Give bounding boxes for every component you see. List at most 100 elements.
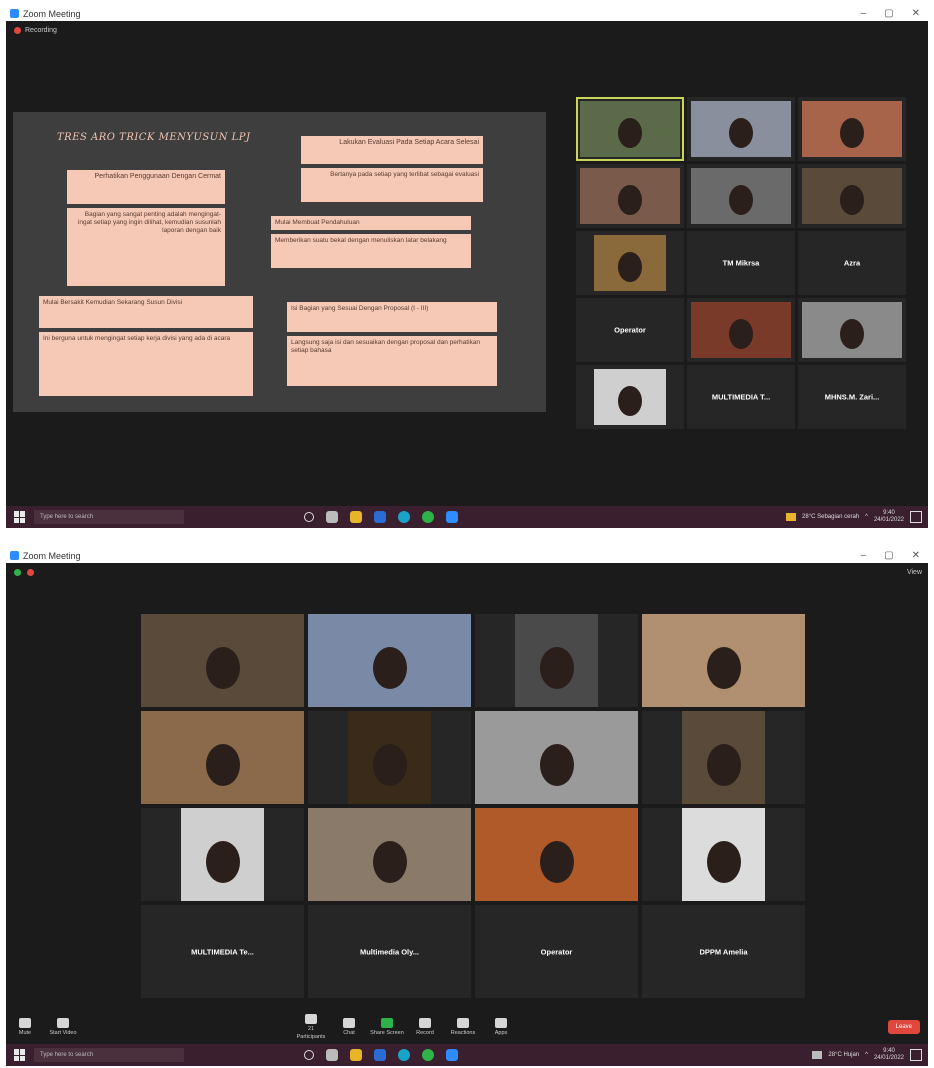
mute-button[interactable]: Mute <box>6 1018 44 1036</box>
minimize-icon[interactable]: – <box>861 550 867 561</box>
file-explorer-icon[interactable] <box>350 511 362 523</box>
chat-icon <box>343 1018 355 1028</box>
start-video-button[interactable]: Start Video <box>44 1018 82 1036</box>
participant-tile[interactable] <box>308 614 471 707</box>
close-icon[interactable]: ✕ <box>912 550 920 561</box>
participant-video <box>181 808 264 901</box>
person-silhouette <box>729 318 753 349</box>
participant-tile[interactable]: Operator <box>576 298 684 362</box>
person-silhouette <box>618 251 642 282</box>
participant-video <box>594 369 666 425</box>
cortana-icon[interactable] <box>304 1050 314 1060</box>
windows-start-icon[interactable] <box>14 511 26 523</box>
control-label: Participants <box>296 1034 326 1040</box>
weather-text: 28°C Sebagian cerah <box>802 514 860 520</box>
zoom-taskbar-icon[interactable] <box>446 1049 458 1061</box>
zoom-taskbar-icon[interactable] <box>446 511 458 523</box>
participant-tile[interactable] <box>687 97 795 161</box>
weather-icon <box>786 513 797 521</box>
notifications-icon[interactable] <box>910 511 922 523</box>
apps-icon <box>495 1018 507 1028</box>
zoom-window-gallery-view: Zoom Meeting – ▢ ✕ View MULTIMEDIA Te...… <box>6 548 928 1066</box>
leave-button[interactable]: Leave <box>887 1020 920 1034</box>
task-view-icon[interactable] <box>326 1049 338 1061</box>
participant-tile[interactable]: MHNS.M. Zari... <box>798 365 906 429</box>
person-silhouette <box>840 117 864 148</box>
participant-tile[interactable] <box>308 711 471 804</box>
participant-tile[interactable] <box>141 614 304 707</box>
reactions-button[interactable]: Reactions <box>444 1018 482 1036</box>
participant-tile[interactable]: Multimedia Oly... <box>308 905 471 998</box>
tray-chevron-icon[interactable]: ^ <box>865 514 868 520</box>
participant-tile[interactable] <box>642 808 805 901</box>
chrome-icon[interactable] <box>422 511 434 523</box>
notifications-icon[interactable] <box>910 1049 922 1061</box>
participant-tile[interactable] <box>687 298 795 362</box>
chrome-icon[interactable] <box>422 1049 434 1061</box>
participant-tile[interactable] <box>576 365 684 429</box>
person-silhouette <box>618 184 642 215</box>
participant-video <box>515 614 598 707</box>
participant-tile[interactable] <box>475 614 638 707</box>
participant-tile[interactable]: Operator <box>475 905 638 998</box>
participant-video <box>475 808 638 901</box>
view-button[interactable]: View <box>907 569 928 576</box>
edge-icon[interactable] <box>398 511 410 523</box>
meeting-top-bar: Recording <box>6 21 928 39</box>
slide-box-head: Lakukan Evaluasi Pada Setiap Acara Seles… <box>301 136 483 166</box>
participant-tile[interactable] <box>576 164 684 228</box>
participant-tile[interactable] <box>642 711 805 804</box>
participant-video <box>691 302 791 358</box>
security-shield-icon[interactable] <box>14 568 21 576</box>
participant-tile[interactable] <box>576 231 684 295</box>
task-view-icon[interactable] <box>326 511 338 523</box>
slide-box-body: Langsung saja isi dan sesuaikan dengan p… <box>287 336 497 386</box>
edge-icon[interactable] <box>398 1049 410 1061</box>
tray-chevron-icon[interactable]: ^ <box>865 1052 868 1058</box>
taskbar-clock[interactable]: 9:40 24/01/2022 <box>874 1048 904 1062</box>
participant-name: Azra <box>843 258 861 268</box>
participant-tile[interactable]: MULTIMEDIA T... <box>687 365 795 429</box>
file-explorer-icon[interactable] <box>350 1049 362 1061</box>
participant-tile[interactable] <box>798 97 906 161</box>
cortana-icon[interactable] <box>304 512 314 522</box>
participants-button[interactable]: 21 Participants <box>292 1014 330 1040</box>
minimize-icon[interactable]: – <box>861 8 867 19</box>
participant-tile[interactable] <box>576 97 684 161</box>
maximize-icon[interactable]: ▢ <box>884 550 893 561</box>
participant-tile[interactable]: Azra <box>798 231 906 295</box>
close-icon[interactable]: ✕ <box>912 8 920 19</box>
taskbar-clock[interactable]: 9:40 24/01/2022 <box>874 510 904 524</box>
participant-video <box>475 711 638 804</box>
participant-tile[interactable] <box>687 164 795 228</box>
participant-tile[interactable] <box>141 711 304 804</box>
participant-tile[interactable] <box>141 808 304 901</box>
participant-tile[interactable] <box>475 711 638 804</box>
slide-box-head: Mulai Membuat Pendahuluan <box>271 216 471 232</box>
participant-tile[interactable] <box>798 298 906 362</box>
windows-taskbar: Type here to search 28°C Sebagian cerah … <box>6 506 928 528</box>
windows-start-icon[interactable] <box>14 1049 26 1061</box>
maximize-icon[interactable]: ▢ <box>884 8 893 19</box>
taskbar-search-input[interactable]: Type here to search <box>34 510 184 524</box>
participant-tile[interactable] <box>475 808 638 901</box>
store-icon[interactable] <box>374 1049 386 1061</box>
participant-tile[interactable] <box>798 164 906 228</box>
taskbar-search-input[interactable]: Type here to search <box>34 1048 184 1062</box>
chat-button[interactable]: Chat <box>330 1018 368 1036</box>
person-silhouette <box>840 318 864 349</box>
window-title: Zoom Meeting <box>23 550 81 561</box>
participant-tile[interactable] <box>308 808 471 901</box>
store-icon[interactable] <box>374 511 386 523</box>
participant-tile[interactable]: DPPM Amelia <box>642 905 805 998</box>
apps-button[interactable]: Apps <box>482 1018 520 1036</box>
participant-tile[interactable]: MULTIMEDIA Te... <box>141 905 304 998</box>
clock-date: 24/01/2022 <box>873 1055 904 1061</box>
person-silhouette <box>205 646 240 689</box>
control-label: Apps <box>494 1030 508 1036</box>
participant-tile[interactable] <box>642 614 805 707</box>
participant-tile[interactable]: TM Mikrsa <box>687 231 795 295</box>
window-title: Zoom Meeting <box>23 8 81 19</box>
record-button[interactable]: Record <box>406 1018 444 1036</box>
share-screen-button[interactable]: Share Screen <box>368 1018 406 1036</box>
